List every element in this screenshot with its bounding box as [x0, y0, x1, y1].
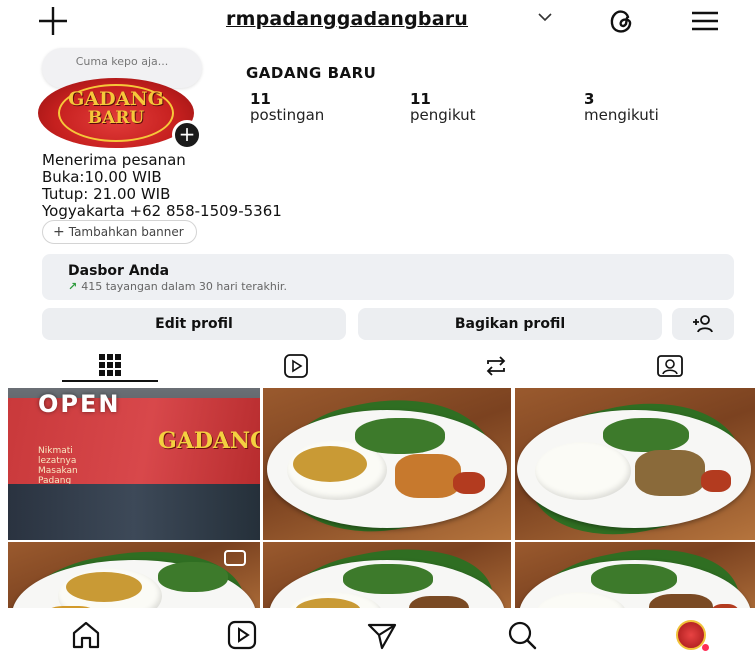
nav-reels[interactable] — [212, 612, 272, 656]
sambal — [701, 470, 731, 492]
tab-tagged[interactable] — [610, 348, 730, 382]
share-profile-button[interactable]: Bagikan profil — [358, 308, 662, 340]
avatar-subtitle: BARU — [87, 108, 145, 128]
bio-line: Tutup: 21.00 WIB — [42, 185, 171, 203]
notification-dot — [702, 644, 709, 651]
nav-profile[interactable] — [662, 612, 722, 656]
curry — [293, 446, 367, 482]
post-overlay-text: OPEN — [38, 390, 121, 418]
add-story-icon[interactable]: + — [172, 120, 202, 150]
repost-icon — [486, 356, 506, 376]
greens — [355, 418, 445, 454]
meat — [635, 450, 705, 496]
home-icon — [72, 621, 100, 649]
greens — [158, 562, 228, 592]
menu-icon[interactable] — [688, 4, 722, 45]
nav-home[interactable] — [56, 612, 116, 656]
display-name: GADANG BARU — [246, 64, 377, 82]
curry — [66, 572, 142, 602]
dashboard-subtitle: ↗ 415 tayangan dalam 30 hari terakhir. — [68, 279, 734, 294]
edit-profile-button[interactable]: Edit profil — [42, 308, 346, 340]
tagged-icon — [657, 355, 683, 377]
banner-caption: Nikmati lezatnya Masakan Padang — [38, 446, 78, 486]
chevron-down-icon[interactable] — [536, 8, 554, 31]
add-person-button[interactable] — [672, 308, 734, 340]
bio-line: Yogyakarta +62 858-1509-5361 — [42, 202, 282, 220]
plus-icon: + — [53, 224, 65, 240]
plus-icon[interactable] — [36, 4, 70, 45]
following-label[interactable]: mengikuti — [584, 106, 659, 124]
multi-post-icon — [224, 550, 246, 566]
reels-icon — [284, 354, 308, 378]
search-icon — [508, 621, 537, 650]
bio: Menerima pesanan Buka:10.00 WIB Tutup: 2… — [42, 152, 282, 220]
note-text: Cuma kepo aja... — [75, 55, 169, 68]
active-tab-indicator — [62, 380, 158, 382]
greens — [591, 564, 677, 594]
threads-icon[interactable] — [604, 4, 638, 45]
tab-grid[interactable] — [50, 348, 170, 382]
add-person-icon — [693, 315, 713, 333]
grid-post[interactable]: OPEN GADANG Nikmati lezatnya Masakan Pad… — [8, 388, 260, 540]
dashboard-views: 415 tayangan dalam 30 hari terakhir. — [81, 280, 287, 293]
avatar-title: GADANG — [68, 88, 164, 110]
professional-dashboard[interactable]: Dasbor Anda ↗ 415 tayangan dalam 30 hari … — [42, 254, 734, 300]
tab-reels[interactable] — [236, 348, 356, 382]
tab-reposts[interactable] — [436, 348, 556, 382]
greens — [343, 564, 433, 594]
avatar[interactable]: GADANG BARU — [38, 78, 194, 148]
bio-line: Menerima pesanan — [42, 151, 186, 169]
nav-search[interactable] — [492, 612, 552, 656]
nav-messages[interactable] — [352, 612, 412, 656]
bio-line: Buka:10.00 WIB — [42, 168, 162, 186]
followers-label[interactable]: pengikut — [410, 106, 476, 124]
trend-up-icon: ↗ — [68, 280, 78, 293]
grid-post[interactable] — [515, 388, 755, 540]
storefront-logo-text: GADANG — [158, 428, 260, 454]
add-banner-button[interactable]: + Tambahkan banner — [42, 220, 197, 244]
reels-icon — [227, 620, 257, 650]
greens — [603, 418, 689, 452]
fried-chicken — [395, 454, 461, 498]
grid-post[interactable] — [263, 388, 511, 540]
add-banner-label: Tambahkan banner — [68, 225, 184, 239]
posts-label[interactable]: postingan — [250, 106, 324, 124]
profile-username[interactable]: rmpadanggadangbaru — [226, 8, 468, 30]
grid-icon — [99, 354, 121, 376]
sambal — [453, 472, 485, 494]
storefront-window — [8, 484, 260, 540]
rice — [535, 442, 631, 500]
send-icon — [367, 623, 397, 650]
dashboard-title: Dasbor Anda — [68, 263, 170, 279]
